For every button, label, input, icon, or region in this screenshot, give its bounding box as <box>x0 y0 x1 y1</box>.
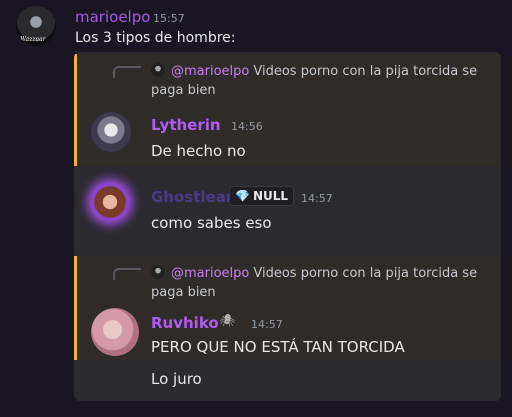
reply-avatar <box>151 265 165 279</box>
role-badge: 💎 NULL <box>229 186 295 206</box>
timestamp: 14:56 <box>231 120 263 133</box>
author-name[interactable]: marioelpo <box>75 8 150 26</box>
forwarded-thread: @marioelpo Videos porno con la pija torci… <box>74 52 501 401</box>
gem-icon: 💎 <box>235 189 250 203</box>
message-text: Los 3 tipos de hombre: <box>75 30 236 46</box>
avatar-tag: Wazzaar <box>20 36 46 43</box>
avatar[interactable]: Wazzaar <box>16 6 56 46</box>
avatar[interactable] <box>90 182 130 222</box>
timestamp: 15:57 <box>153 12 185 25</box>
avatar[interactable] <box>91 308 139 356</box>
spider-icon: 🕷 <box>219 314 236 329</box>
message-text: como sabes eso <box>151 214 272 232</box>
timestamp: 14:57 <box>301 192 333 205</box>
embedded-message: Ghostlean 💎 NULL 14:57 como sabes eso <box>74 168 501 244</box>
reply-preview[interactable]: @marioelpo Videos porno con la pija torci… <box>151 62 491 100</box>
author-name[interactable]: Ghostlean <box>151 188 237 206</box>
message-text: De hecho no <box>151 142 246 160</box>
reply-preview[interactable]: @marioelpo Videos porno con la pija torci… <box>151 264 491 302</box>
embedded-message: @marioelpo Videos porno con la pija torci… <box>74 256 501 360</box>
reply-mention[interactable]: @marioelpo <box>171 266 249 281</box>
embedded-message: @marioelpo Videos porno con la pija torci… <box>74 54 501 166</box>
message-text: PERO QUE NO ESTÁ TAN TORCIDA <box>151 338 405 356</box>
reply-spine <box>113 66 141 78</box>
badge-label: NULL <box>252 189 289 203</box>
embedded-message-continuation: Lo juro <box>74 360 501 401</box>
message-text: Lo juro <box>151 370 202 388</box>
timestamp: 14:57 <box>251 318 283 331</box>
reply-spine <box>113 268 141 280</box>
reply-avatar <box>151 63 165 77</box>
message-group: Wazzaar marioelpo 15:57 Los 3 tipos de h… <box>0 0 512 417</box>
author-name[interactable]: Ruvhiko <box>151 314 219 332</box>
reply-mention[interactable]: @marioelpo <box>171 64 249 79</box>
author-name[interactable]: Lytherin <box>151 116 221 134</box>
avatar[interactable] <box>91 112 131 152</box>
